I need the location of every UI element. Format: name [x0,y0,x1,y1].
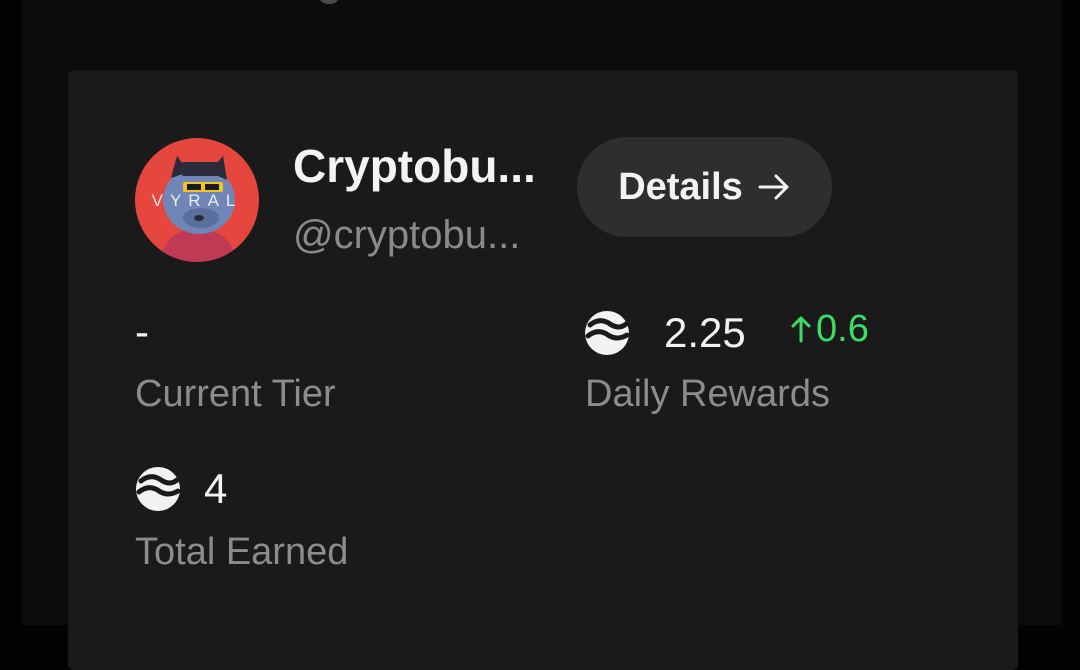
daily-rewards-value: 2.25 [664,309,746,356]
profile-handle: @cryptobu... [293,213,521,257]
token-icon [585,311,630,355]
token-icon [136,467,181,511]
avatar-logo-text: VYRAL [152,191,243,210]
total-earned-value: 4 [204,465,228,512]
daily-rewards-change-value: 0.6 [816,308,869,350]
details-button-label: Details [618,165,743,208]
daily-rewards-change: 0.6 [790,306,869,352]
avatar[interactable]: VYRAL [135,138,259,262]
details-button[interactable]: Details [577,137,832,237]
current-tier-label: Current Tier [135,373,336,415]
daily-rewards-label: Daily Rewards [585,373,830,415]
avatar-image: VYRAL [135,138,259,262]
arrow-right-icon [758,174,789,200]
total-earned-label: Total Earned [135,531,349,573]
current-tier-value: - [135,308,149,355]
arrow-up-icon [791,316,811,343]
profile-name: Cryptobu... [293,140,536,192]
